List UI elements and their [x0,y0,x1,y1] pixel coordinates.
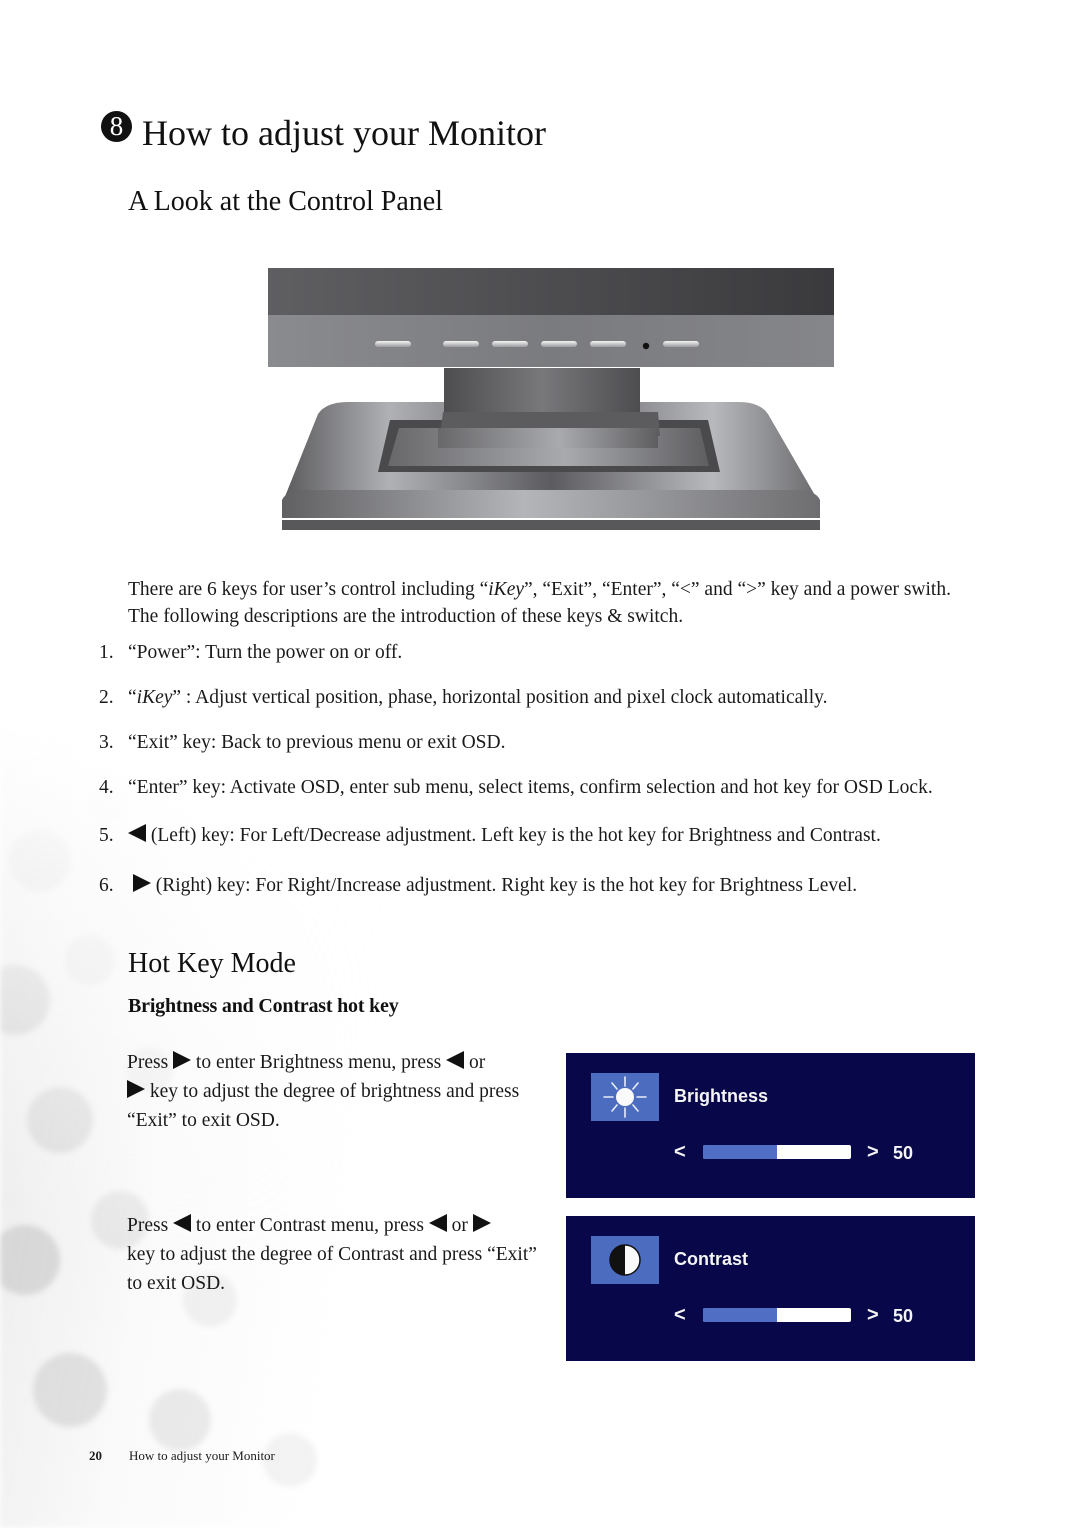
section-title-control-panel: A Look at the Control Panel [128,186,443,217]
page-number: 20 [89,1448,102,1463]
osd-brightness-fill [703,1145,777,1159]
osd-right-arrow[interactable]: > [867,1141,879,1164]
list-item: 5. (Left) key: For Left/Decrease adjustm… [99,824,881,846]
osd-left-arrow[interactable]: < [674,1141,686,1164]
osd-contrast-label: Contrast [674,1249,749,1269]
power-led-icon [642,342,650,350]
osd-brightness-slider[interactable] [703,1145,851,1159]
monitor-button-ikey [375,341,411,347]
monitor-button-left [541,341,577,347]
osd-brightness-label: Brightness [674,1086,769,1106]
osd-contrast-value: 50 [893,1306,914,1326]
right-triangle-icon [132,874,151,892]
brightness-instructions: Press to enter Brightness menu, press or… [127,1051,520,1131]
right-triangle-icon [127,1080,145,1098]
left-triangle-icon [428,1214,447,1232]
chapter-heading: 8 How to adjust your Monitor [101,110,546,154]
left-triangle-icon [173,1214,192,1232]
chapter-number-badge: 8 [101,110,132,142]
monitor-illustration [268,268,834,530]
right-triangle-icon [173,1051,192,1069]
osd-contrast-slider[interactable] [703,1308,851,1322]
osd-right-arrow[interactable]: > [867,1304,879,1327]
intro-paragraph: There are 6 keys for user’s control incl… [128,579,951,627]
left-triangle-icon [128,824,146,842]
contrast-instructions: Press to enter Contrast menu, press or k… [127,1214,537,1294]
osd-contrast-panel: Contrast < > 50 [566,1216,975,1361]
contrast-icon [591,1236,659,1284]
monitor-button-exit [443,341,479,347]
osd-contrast-fill [703,1308,777,1322]
left-triangle-icon [446,1051,465,1069]
monitor-button-power [663,341,699,347]
list-item: 4. “Enter” key: Activate OSD, enter sub m… [99,777,933,798]
chapter-title: How to adjust your Monitor [142,113,546,153]
list-item: 2. “iKey” : Adjust vertical position, pha… [99,687,828,708]
right-triangle-icon [472,1214,491,1232]
osd-left-arrow[interactable]: < [674,1304,686,1327]
list-item: 6. (Right) key: For Right/Increase adjus… [99,874,858,896]
subsection-title: Brightness and Contrast hot key [128,995,399,1017]
section-title-hot-key: Hot Key Mode [128,948,296,979]
monitor-button-enter [492,341,528,347]
list-item: 1. “Power”: Turn the power on or off. [99,642,403,663]
list-item: 3. “Exit” key: Back to previous menu or e… [99,732,506,753]
osd-brightness-panel: Brightness < > 50 [566,1053,975,1198]
monitor-button-right [590,341,626,347]
key-list: 1. “Power”: Turn the power on or off. 2. “… [99,639,979,899]
sun-icon [591,1073,659,1121]
osd-brightness-value: 50 [893,1143,914,1163]
footer-chapter-title: How to adjust your Monitor [129,1448,275,1463]
